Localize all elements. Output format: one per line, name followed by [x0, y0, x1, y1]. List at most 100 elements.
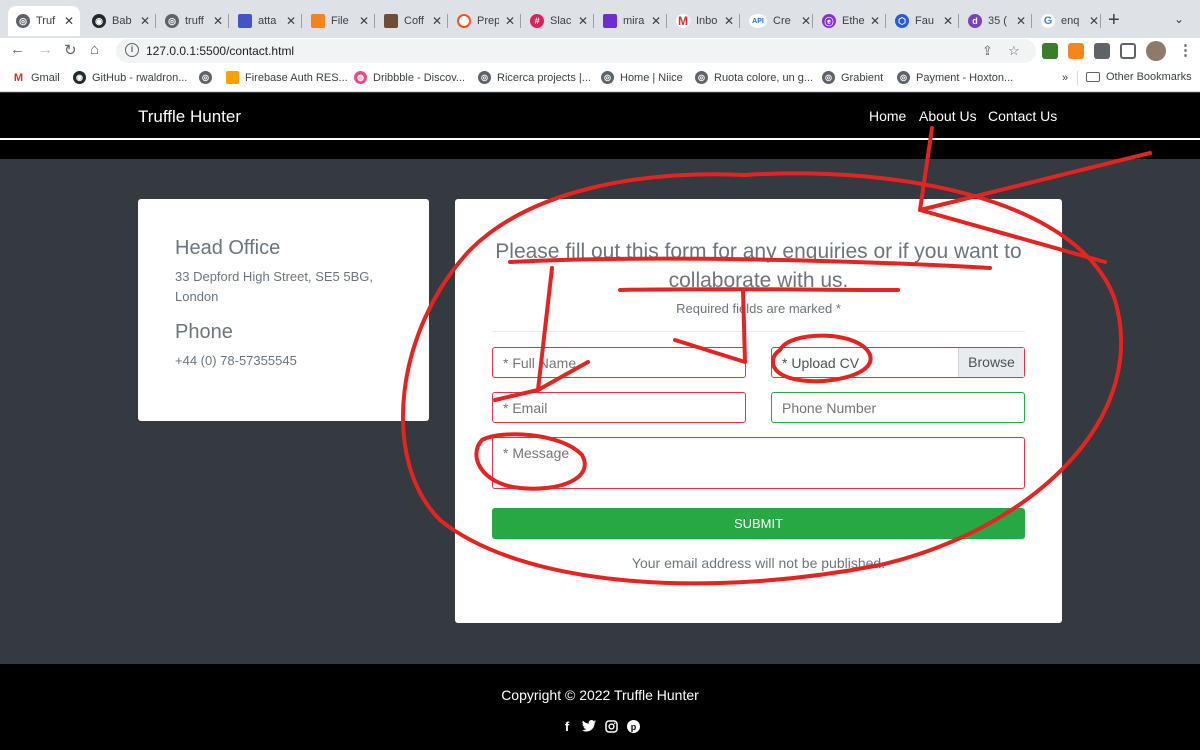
tab-label: atta: [258, 15, 277, 27]
close-icon[interactable]: ✕: [432, 14, 442, 28]
reload-icon[interactable]: ↻: [64, 41, 77, 59]
submit-button[interactable]: SUBMIT: [492, 508, 1025, 539]
site-info-icon[interactable]: i: [125, 43, 139, 57]
chevron-down-icon[interactable]: ⌄: [1174, 12, 1184, 26]
metamask-icon[interactable]: [1068, 43, 1084, 59]
bookmark-item[interactable]: M Gmail: [12, 71, 60, 84]
tab-label: Slac: [550, 15, 572, 27]
globe-icon: ◎: [601, 71, 614, 84]
bookmark-item[interactable]: Firebase Auth RES...: [226, 71, 348, 84]
svg-text:p: p: [630, 722, 636, 732]
bookmark-item[interactable]: ◎ Payment - Hoxton...: [897, 71, 1013, 84]
close-icon[interactable]: ✕: [359, 14, 369, 28]
browser-tab[interactable]: M Inbo ✕: [668, 6, 740, 36]
close-icon[interactable]: ✕: [801, 14, 811, 28]
tab-label: 35 (: [988, 15, 1007, 27]
browser-tab[interactable]: ◎ truff ✕: [157, 6, 229, 36]
address-bar[interactable]: i 127.0.0.1:5500/contact.html ⇪ ☆: [116, 39, 1036, 63]
facebook-icon[interactable]: f: [560, 719, 574, 734]
bookmark-item[interactable]: ◎ Ricerca projects |...: [478, 71, 591, 84]
forward-icon[interactable]: →: [38, 41, 53, 58]
browser-tab[interactable]: Coff ✕: [376, 6, 448, 36]
nav-about[interactable]: About Us: [919, 108, 977, 124]
new-tab-icon[interactable]: +: [1108, 9, 1120, 32]
bookmark-item[interactable]: ◎ Grabient: [822, 71, 883, 84]
star-icon[interactable]: ☆: [1008, 43, 1020, 59]
browser-tab[interactable]: atta ✕: [230, 6, 302, 36]
phone-input[interactable]: [771, 392, 1025, 423]
tab-label: Truf: [36, 15, 56, 27]
dribbble-icon: ◍: [354, 71, 367, 84]
browser-tab[interactable]: ◉ Bab ✕: [84, 6, 156, 36]
browser-tab[interactable]: d 35 ( ✕: [960, 6, 1032, 36]
email-input[interactable]: [492, 392, 746, 423]
close-icon[interactable]: ✕: [286, 14, 296, 28]
tab-label: File: [331, 15, 349, 27]
folder-icon: [1086, 72, 1100, 82]
message-textarea[interactable]: [492, 437, 1025, 489]
close-icon[interactable]: ✕: [870, 14, 880, 28]
github-icon: ◉: [92, 14, 106, 28]
share-icon[interactable]: ⇪: [982, 43, 993, 59]
bookmark-item[interactable]: ◎ Home | Niice: [601, 71, 683, 84]
contact-form-card: Please fill out this form for any enquir…: [455, 199, 1062, 623]
bookmark-item[interactable]: ◉ GitHub - rwaldron...: [73, 71, 187, 84]
close-icon[interactable]: ✕: [64, 14, 74, 28]
avatar[interactable]: [1146, 41, 1166, 61]
close-icon[interactable]: ✕: [1016, 14, 1026, 28]
tab-label: Bab: [112, 15, 132, 27]
browser-tab[interactable]: API Cre ✕: [741, 6, 813, 36]
other-bookmarks-label: Other Bookmarks: [1106, 71, 1192, 83]
close-icon[interactable]: ✕: [724, 14, 734, 28]
site-navbar: Truffle Hunter Home About Us Contact Us: [0, 93, 1200, 139]
bookmark-label: GitHub - rwaldron...: [92, 71, 188, 84]
gmail-icon: M: [12, 71, 25, 84]
bookmark-item[interactable]: ◍ Dribbble - Discov...: [354, 71, 465, 84]
extension-icon[interactable]: [1042, 43, 1058, 59]
close-icon[interactable]: ✕: [213, 14, 223, 28]
browser-tab[interactable]: ◎ Truf ✕: [8, 6, 80, 36]
full-name-input[interactable]: [492, 347, 746, 378]
browser-tab[interactable]: G enq ✕: [1033, 6, 1101, 36]
twitter-icon[interactable]: [582, 719, 596, 733]
close-icon[interactable]: ✕: [505, 14, 515, 28]
close-icon[interactable]: ✕: [578, 14, 588, 28]
nav-home[interactable]: Home: [869, 108, 906, 124]
required-note: Required fields are marked *: [676, 301, 841, 316]
browser-tab[interactable]: # Slac ✕: [522, 6, 594, 36]
puzzle-icon[interactable]: [1094, 43, 1110, 59]
browser-tab[interactable]: File ✕: [303, 6, 375, 36]
close-icon[interactable]: ✕: [943, 14, 953, 28]
browser-tab[interactable]: ⬡ Fau ✕: [887, 6, 959, 36]
home-icon[interactable]: ⌂: [90, 41, 99, 58]
bookmarks-overflow[interactable]: »: [1062, 72, 1068, 84]
globe-icon: ◎: [165, 14, 179, 28]
bookmark-item[interactable]: ◎ Ruota colore, un g...: [695, 71, 813, 84]
pinterest-icon[interactable]: p: [626, 719, 640, 733]
nav-contact[interactable]: Contact Us: [988, 108, 1057, 124]
browser-tab[interactable]: Prep ✕: [449, 6, 521, 36]
instagram-icon[interactable]: [604, 719, 618, 733]
gmail-icon: M: [676, 14, 690, 28]
cv-upload-input[interactable]: * Upload CV Browse: [771, 347, 1025, 378]
browser-tab[interactable]: ⓔ Ethe ✕: [814, 6, 886, 36]
browse-button[interactable]: Browse: [958, 348, 1024, 377]
site-brand[interactable]: Truffle Hunter: [138, 107, 241, 127]
close-icon[interactable]: ✕: [651, 14, 661, 28]
other-bookmarks[interactable]: Other Bookmarks: [1086, 71, 1192, 83]
api-icon: API: [749, 14, 767, 28]
coffee-icon: [384, 14, 398, 28]
browser-tab[interactable]: mira ✕: [595, 6, 667, 36]
figma-icon: [311, 14, 325, 28]
close-icon[interactable]: ✕: [140, 14, 150, 28]
mail-icon: [603, 14, 617, 28]
form-title: Please fill out this form for any enquir…: [495, 240, 1022, 292]
sidepanel-icon[interactable]: [1120, 43, 1136, 59]
more-menu-icon[interactable]: ⋮: [1178, 41, 1193, 59]
close-icon[interactable]: ✕: [1089, 14, 1099, 28]
back-icon[interactable]: ←: [10, 41, 25, 58]
bookmark-label: Grabient: [841, 71, 884, 84]
bookmark-item[interactable]: ◎: [199, 71, 218, 84]
github-icon: ◉: [73, 71, 86, 84]
tab-label: Coff: [404, 15, 424, 27]
